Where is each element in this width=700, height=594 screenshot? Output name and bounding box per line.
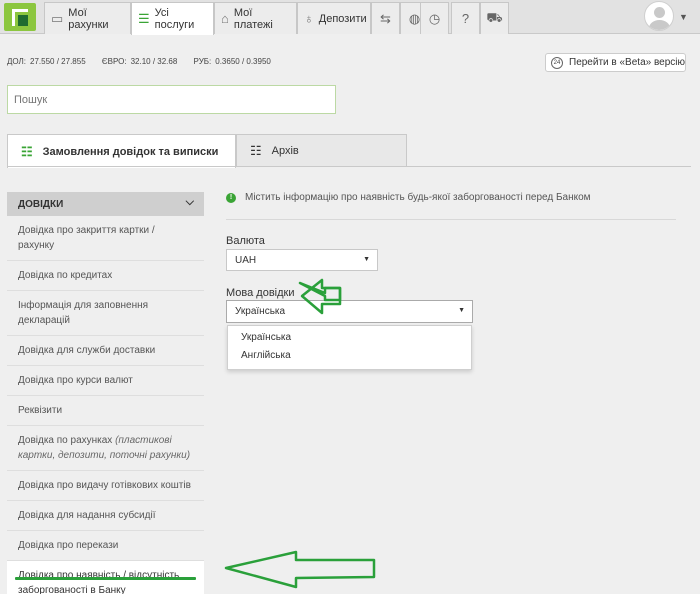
eur-label: ЄВРО:: [101, 57, 127, 66]
sidebar-item[interactable]: Довідка про перекази: [7, 531, 204, 561]
sidebar-item-label: Довідка про перекази: [18, 540, 119, 551]
help-button[interactable]: ?: [451, 2, 480, 34]
sidebar-item[interactable]: Реквізити: [7, 396, 204, 426]
currency-label: Валюта: [226, 235, 265, 247]
currency-select[interactable]: UAH ▼: [226, 249, 378, 271]
card-icon: ▭: [51, 10, 64, 26]
avatar-body: [649, 20, 670, 30]
bank-logo[interactable]: [4, 3, 36, 31]
house-icon: ⌂: [221, 11, 229, 26]
sidebar-item-label: Довідка про видачу готівкових коштів: [18, 480, 191, 491]
cart-icon: ⛟: [486, 9, 503, 25]
language-option-english[interactable]: Англійська: [241, 350, 291, 361]
sidebar-item-label: Довідка про курси валют: [18, 375, 133, 386]
sidebar-item-label: Довідка по рахунках: [18, 435, 116, 446]
transport-button[interactable]: ⇆: [371, 2, 400, 34]
clock-button[interactable]: ◷: [420, 2, 449, 34]
nav-tab-my-accounts[interactable]: ▭ Мої рахунки: [44, 2, 131, 34]
highlight-underline: [15, 577, 196, 580]
sidebar-item[interactable]: Довідка про видачу готівкових коштів: [7, 471, 204, 501]
24-badge-icon: 24: [551, 56, 563, 69]
money-bag-icon: ♁: [304, 11, 314, 26]
rub-value: 0.3650 / 0.3950: [215, 57, 271, 66]
sidebar-item[interactable]: Довідка по кредитах: [7, 261, 204, 291]
tab-archive[interactable]: ☷ Архів: [236, 134, 407, 167]
info-message: ! Містить інформацію про наявність будь-…: [226, 192, 591, 203]
beta-button-label: Перейти в «Beta» версію: [569, 57, 686, 68]
language-select[interactable]: Українська ▼: [226, 300, 473, 323]
sidebar-item-label: Довідка про закриття картки / рахунку: [18, 225, 155, 251]
sidebar-item-label: Довідка для служби доставки: [18, 345, 156, 356]
usd-label: ДОЛ:: [7, 57, 27, 66]
sidebar: ДОВІДКИ ⌵ Довідка про закриття картки / …: [7, 192, 204, 594]
sidebar-item[interactable]: Інформація для заповнення декларацій: [7, 291, 204, 336]
language-dropdown: Українська Англійська: [227, 325, 472, 370]
language-option-ukrainian[interactable]: Українська: [241, 332, 291, 343]
exchange-rates: ДОЛ: 27.550 / 27.855 ЄВРО: 32.10 / 32.68 Р…: [7, 57, 285, 66]
globe-icon: ◍: [408, 10, 421, 26]
arrow-left-icon: [298, 281, 342, 302]
currency-value: UAH: [235, 254, 257, 266]
sidebar-item-label: Реквізити: [18, 405, 63, 416]
nav-tab-label: Мої платежі: [233, 6, 273, 31]
info-icon: !: [226, 192, 236, 203]
avatar[interactable]: [644, 1, 674, 31]
sidebar-item[interactable]: Довідка для служби доставки: [7, 336, 204, 366]
tab-label: Архів: [271, 144, 299, 157]
language-label: Мова довідки: [226, 287, 295, 299]
tab-label: Замовлення довідок та виписки: [42, 145, 219, 158]
sidebar-item[interactable]: Довідка по рахунках (пластикові картки, …: [7, 426, 204, 471]
nav-tab-label: Мої рахунки: [68, 6, 109, 31]
content-divider: [226, 219, 676, 220]
list-icon: ☰: [138, 11, 150, 26]
nav-tab-deposits[interactable]: ♁ Депозити: [297, 2, 371, 34]
avatar-head: [654, 7, 665, 18]
chevron-down-icon: ▼: [363, 256, 370, 263]
help-icon: ?: [461, 11, 470, 26]
sidebar-item-label: Довідка для надання субсидії: [18, 510, 156, 521]
sidebar-item-label: Довідка про наявність / відсутність забо…: [18, 570, 180, 594]
list-icon: ☷: [250, 142, 262, 158]
sidebar-item[interactable]: Довідка про закриття картки / рахунку: [7, 216, 204, 261]
rub-label: РУБ:: [193, 57, 212, 66]
chevron-down-icon[interactable]: ▼: [679, 12, 688, 22]
transport-icon: ⇆: [380, 10, 391, 26]
arrow-left-icon: [224, 550, 376, 589]
cart-button[interactable]: ⛟: [480, 2, 509, 34]
sidebar-item[interactable]: Довідка про курси валют: [7, 366, 204, 396]
tab-order-certificates[interactable]: ☷ Замовлення довідок та виписки: [7, 134, 236, 168]
sidebar-header[interactable]: ДОВІДКИ ⌵: [7, 192, 204, 216]
logo-mark-inner: [18, 15, 28, 26]
clock-icon: ◷: [428, 10, 441, 26]
chevron-down-icon: ▼: [458, 307, 465, 314]
list-icon: ☷: [21, 143, 33, 159]
eur-value: 32.10 / 32.68: [130, 57, 178, 66]
beta-version-button[interactable]: 24 Перейти в «Beta» версію: [545, 53, 686, 72]
sidebar-item-label: Інформація для заповнення декларацій: [18, 300, 149, 326]
sidebar-item-label: Довідка по кредитах: [18, 270, 113, 281]
sidebar-item[interactable]: Довідка для надання субсидії: [7, 501, 204, 531]
language-value: Українська: [235, 306, 286, 317]
nav-tab-label: Депозити: [318, 12, 367, 25]
info-text: Містить інформацію про наявність будь-як…: [245, 192, 591, 203]
chevron-down-icon: ⌵: [185, 196, 194, 208]
nav-tab-my-payments[interactable]: ⌂ Мої платежі: [214, 2, 297, 34]
nav-tab-label: Усі послуги: [154, 7, 195, 31]
nav-tab-all-services[interactable]: ☰ Усі послуги: [131, 2, 214, 35]
sidebar-header-label: ДОВІДКИ: [18, 198, 64, 210]
usd-value: 27.550 / 27.855: [30, 57, 86, 66]
search-input[interactable]: [7, 85, 336, 114]
tab-divider: [7, 166, 691, 167]
top-navbar: ▭ Мої рахунки ☰ Усі послуги ⌂ Мої платеж…: [0, 0, 700, 35]
